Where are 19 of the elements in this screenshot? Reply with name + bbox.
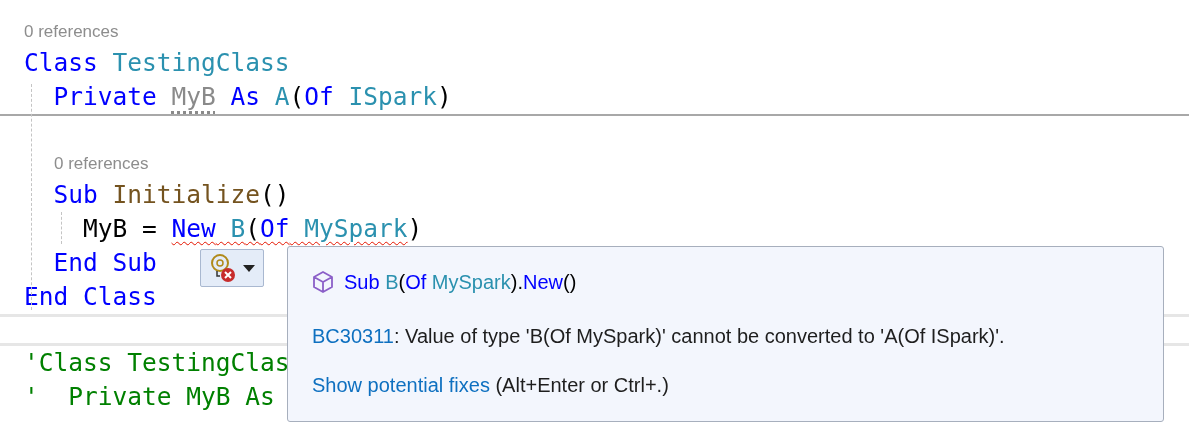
error-message: BC30311: Value of type 'B(Of MySpark)' cannot be converted to 'A(Of ISpark)'.	[312, 325, 1006, 348]
error-code-link[interactable]: BC30311	[312, 325, 394, 347]
cube-icon	[312, 270, 334, 294]
code-line: Private MyB As A(Of ISpark)	[52, 82, 452, 112]
fix-hint: Show potential fixes (Alt+Enter or Ctrl+.)	[312, 374, 670, 397]
comment-line: ' Private MyB As	[24, 382, 275, 412]
comment-line: 'Class TestingClas	[24, 348, 290, 378]
show-fixes-link[interactable]: Show potential fixes	[312, 374, 490, 396]
references-codelens[interactable]: 0 references	[24, 22, 119, 42]
references-codelens[interactable]: 0 references	[54, 154, 149, 174]
lightbulb-error-icon	[209, 253, 237, 283]
caret-icon	[243, 264, 255, 272]
quick-actions-button[interactable]	[200, 249, 264, 287]
method-signature: Sub B(Of MySpark).New()	[344, 270, 577, 294]
code-line: Sub Initialize()	[52, 180, 290, 210]
code-line: End Sub	[52, 248, 157, 278]
code-line: End Class	[24, 282, 157, 312]
code-line: MyB = New B(Of MySpark)	[82, 214, 423, 244]
code-line: Class TestingClass	[24, 48, 290, 78]
